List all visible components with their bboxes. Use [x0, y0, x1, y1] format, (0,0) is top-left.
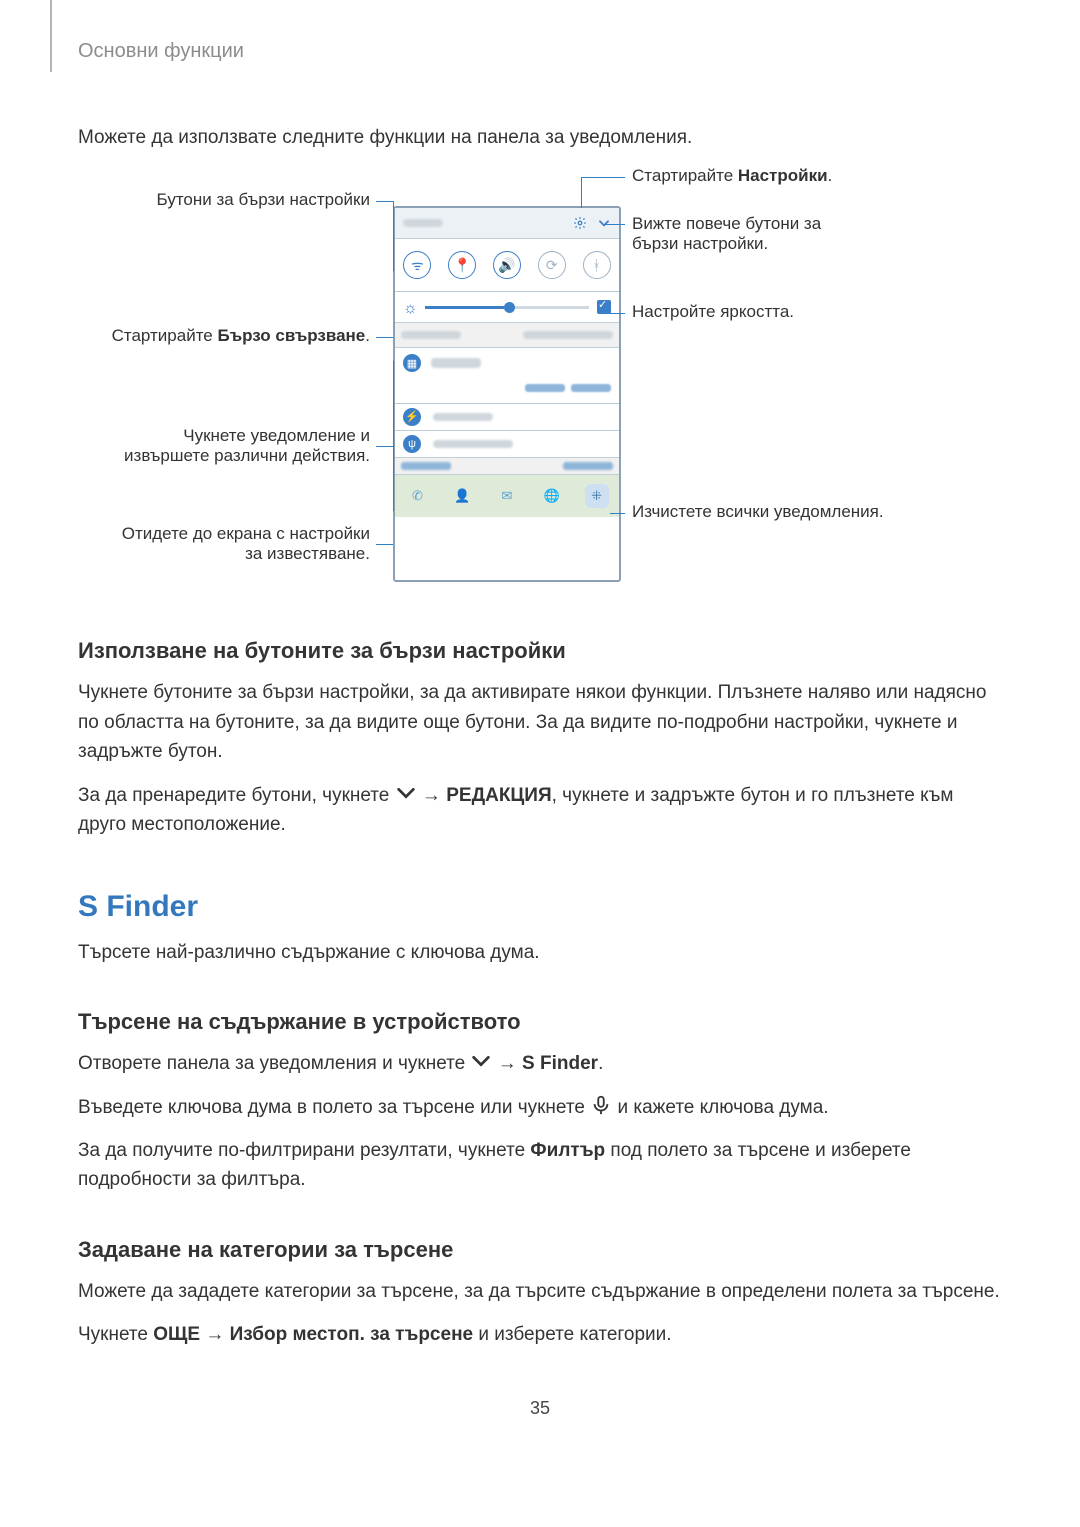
ann-noti-settings: Отидете до екрана с настройки за известя… — [110, 524, 370, 564]
para-sc-2: Въведете ключова дума в полето за търсен… — [78, 1093, 1002, 1122]
chevron-down-icon — [470, 1052, 492, 1070]
page-number: 35 — [78, 1398, 1002, 1419]
heading-s-finder: S Finder — [78, 890, 1002, 924]
phone-mock: ᯤ 📍 🔊 ⟳ ᚼ ☼ ▦ — [393, 206, 621, 582]
heading-search-content: Търсене на съдържание в устройството — [78, 1009, 1002, 1035]
ann-clear-all: Изчистете всички уведомления. — [632, 502, 884, 522]
notification-panel-diagram: ᯤ 📍 🔊 ⟳ ᚼ ☼ ▦ — [110, 166, 970, 596]
ann-tap-notification: Чукнете уведомление и извършете различни… — [110, 426, 370, 466]
para-sfinder-sub: Търсете най-различно съдържание с ключов… — [78, 938, 1002, 967]
bolt-icon: ⚡ — [403, 408, 421, 426]
apps-icon: ⁜ — [585, 484, 609, 508]
brightness-row: ☼ — [395, 292, 619, 323]
status-row — [395, 208, 619, 239]
para-sc-3: За да получите по-филтрирани резултати, … — [78, 1136, 1002, 1195]
calendar-icon: ▦ — [403, 354, 421, 372]
usb-icon: ψ — [403, 435, 421, 453]
chevron-down-icon — [597, 216, 611, 230]
microphone-icon — [590, 1096, 612, 1114]
brightness-icon: ☼ — [403, 300, 417, 314]
gear-icon — [573, 216, 587, 230]
contacts-icon: 👤 — [450, 484, 474, 508]
location-icon: 📍 — [448, 251, 476, 279]
chevron-down-icon — [395, 784, 417, 802]
decorative-side-rule — [50, 0, 52, 72]
para-cat-2: Чукнете ОЩЕ → Избор местоп. за търсене и… — [78, 1320, 1002, 1349]
messages-icon: ✉ — [495, 484, 519, 508]
ann-more-quick-buttons: Вижте повече бутони за бързи настройки. — [632, 214, 862, 254]
ann-launch-settings: Стартирайте Настройки. — [632, 166, 832, 186]
sound-icon: 🔊 — [493, 251, 521, 279]
para-qs-1: Чукнете бутоните за бързи настройки, за … — [78, 678, 1002, 766]
dock-row: ✆ 👤 ✉ 🌐 ⁜ — [395, 475, 619, 517]
notification-line-2: ψ — [395, 431, 619, 458]
notification-line-1: ⚡ — [395, 404, 619, 431]
noti-settings-bar — [395, 458, 619, 475]
rotate-icon: ⟳ — [538, 251, 566, 279]
auto-brightness-checkbox — [597, 300, 611, 314]
intro-paragraph: Можете да използвате следните функции на… — [78, 123, 1002, 152]
brightness-slider — [425, 306, 589, 309]
wifi-icon: ᯤ — [403, 251, 431, 279]
heading-search-categories: Задаване на категории за търсене — [78, 1237, 1002, 1263]
para-cat-1: Можете да зададете категории за търсене,… — [78, 1277, 1002, 1306]
para-qs-2: За да пренаредите бутони, чукнете → РЕДА… — [78, 781, 1002, 840]
ann-quick-buttons: Бутони за бързи настройки — [110, 190, 370, 210]
browser-icon: 🌐 — [540, 484, 564, 508]
para-sc-1: Отворете панела за уведомления и чукнете… — [78, 1049, 1002, 1078]
ann-quick-connect: Стартирайте Бързо свързване. — [110, 326, 370, 346]
phone-icon: ✆ — [405, 484, 429, 508]
bluetooth-icon: ᚼ — [583, 251, 611, 279]
running-header: Основни функции — [78, 40, 1002, 63]
notification-card-1: ▦ — [395, 348, 619, 403]
quick-connect-row — [395, 323, 619, 348]
quick-settings-row: ᯤ 📍 🔊 ⟳ ᚼ — [395, 239, 619, 292]
heading-quick-settings: Използване на бутоните за бързи настройк… — [78, 638, 1002, 664]
ann-brightness: Настройте яркостта. — [632, 302, 794, 322]
